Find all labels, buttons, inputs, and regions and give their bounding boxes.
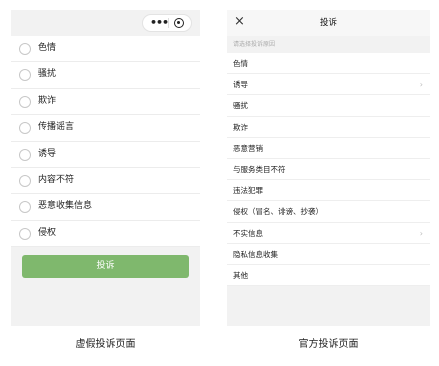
reason-label: 不实信息 [233,228,263,238]
reason-option[interactable]: 侵权 [11,221,200,248]
mini-program-capsule: ••• [142,14,192,32]
official-page-caption: 官方投诉页面 [298,339,359,350]
section-hint: 请选择投诉原因 [233,41,276,48]
list-item[interactable]: 骚扰 [227,95,430,117]
reason-radio-list: 色情 骚扰 欺诈 传播谣言 诱导 内容不符 恶意收集信息 侵权 [11,36,200,248]
radio-button[interactable] [19,95,31,108]
list-item[interactable]: 侵权（冒名、诽谤、抄袭） [227,201,430,223]
list-item[interactable]: 色情 [227,53,430,75]
reason-label: 传播谣言 [38,122,75,133]
radio-button[interactable] [19,174,31,187]
nav-bar: × 投诉 [227,10,430,36]
list-item[interactable]: 不实信息 › [227,223,430,244]
reason-label: 恶意收集信息 [38,201,93,212]
reason-label: 色情 [38,43,57,53]
reason-label: 内容不符 [38,174,75,185]
reason-option[interactable]: 传播谣言 [11,115,200,142]
reason-label: 欺诈 [233,122,248,132]
reason-label: 侵权 [38,227,57,238]
list-item[interactable]: 恶意营销 [227,138,430,159]
capsule-divider [168,18,169,28]
reason-label: 隐私信息收集 [233,249,278,259]
radio-button[interactable] [19,201,31,214]
submit-complaint-button[interactable]: 投诉 [22,255,189,278]
reason-label: 其他 [233,270,248,280]
reason-option[interactable]: 恶意收集信息 [11,194,200,221]
radio-button[interactable] [19,227,31,240]
list-item[interactable]: 其他 [227,265,430,287]
radio-button[interactable] [19,122,31,135]
reason-label: 色情 [233,59,248,68]
reason-label: 诱导 [233,80,248,90]
chevron-right-icon: › [419,228,423,238]
fake-complaint-screen: ••• 色情 骚扰 欺诈 传播谣言 诱导 内容不符 恶意收集信息 侵权 投诉 [11,10,200,326]
list-item[interactable]: 违法犯罪 [227,180,430,202]
more-icon[interactable]: ••• [150,16,169,30]
reason-list: 色情 诱导 › 骚扰 欺诈 恶意营销 与服务类目不符 违法犯罪 侵权（冒名、诽谤 [227,53,430,287]
radio-button[interactable] [19,43,31,55]
reason-label: 欺诈 [38,95,57,106]
official-complaint-screen: × 投诉 请选择投诉原因 色情 诱导 › 骚扰 欺诈 恶意营销 与服务类目不符 [227,10,430,326]
reason-option[interactable]: 骚扰 [11,62,200,89]
list-item[interactable]: 隐私信息收集 [227,244,430,265]
radio-button[interactable] [19,69,31,82]
list-item[interactable]: 诱导 › [227,74,430,96]
reason-label: 与服务类目不符 [233,164,286,174]
reason-option[interactable]: 色情 [11,36,200,63]
reason-label: 恶意营销 [233,143,263,153]
close-target-icon[interactable] [174,18,184,28]
page-title: 投诉 [319,18,337,28]
reason-option[interactable]: 欺诈 [11,89,200,116]
reason-option[interactable]: 诱导 [11,142,200,168]
reason-label: 骚扰 [38,69,57,80]
fake-page-caption: 虚假投诉页面 [75,339,136,350]
list-item[interactable]: 与服务类目不符 [227,159,430,181]
reason-label: 诱导 [38,148,57,159]
reason-option[interactable]: 内容不符 [11,168,200,195]
chevron-right-icon: › [419,80,423,90]
reason-label: 骚扰 [233,101,248,111]
reason-label: 违法犯罪 [233,186,263,196]
list-item[interactable]: 欺诈 [227,117,430,138]
reason-label: 侵权（冒名、诽谤、抄袭） [233,207,323,217]
radio-button[interactable] [19,148,31,161]
top-bar: ••• [11,10,200,36]
